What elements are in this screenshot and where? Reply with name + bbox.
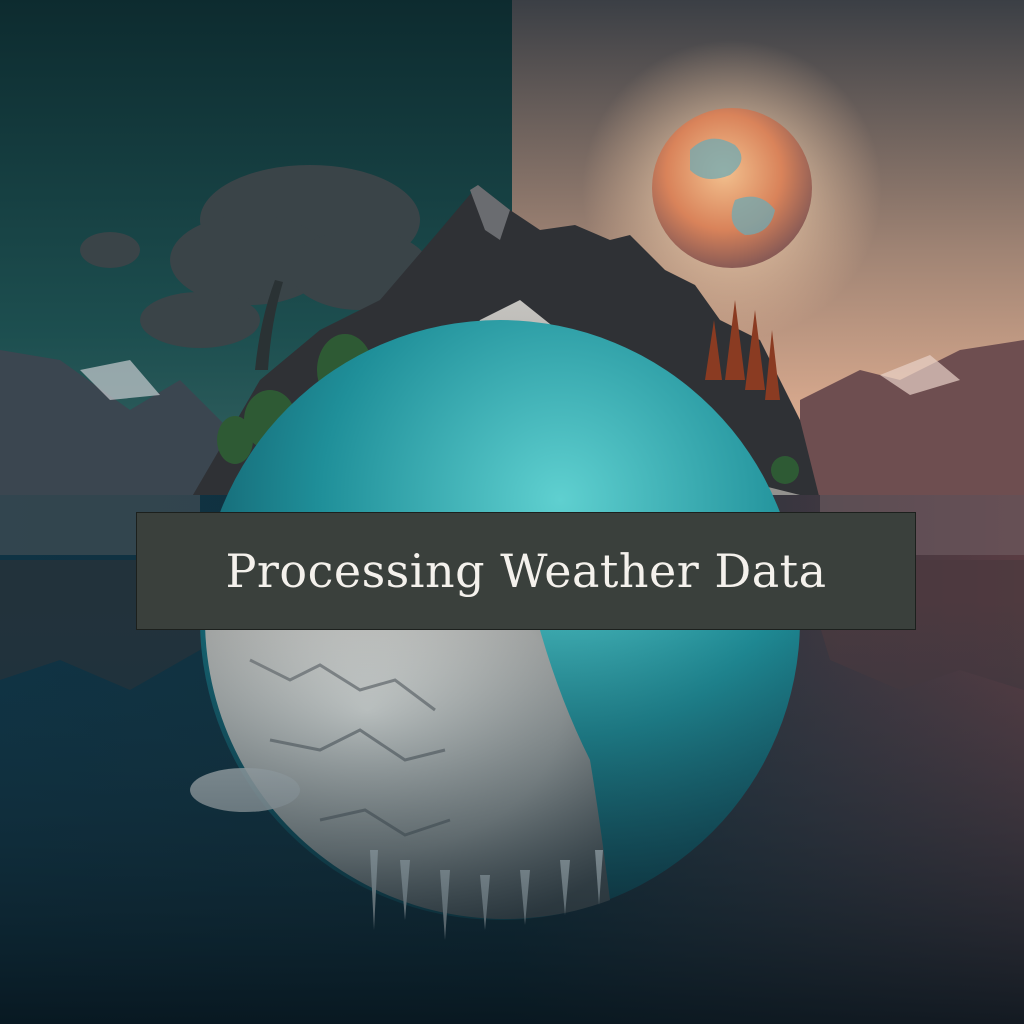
- bush-right: [771, 456, 799, 484]
- caption-banner: Processing Weather Data: [136, 512, 916, 630]
- water-vignette: [0, 600, 1024, 1024]
- artwork-scene: Processing Weather Data: [0, 0, 1024, 1024]
- planet: [652, 108, 812, 268]
- caption-text: Processing Weather Data: [225, 544, 827, 598]
